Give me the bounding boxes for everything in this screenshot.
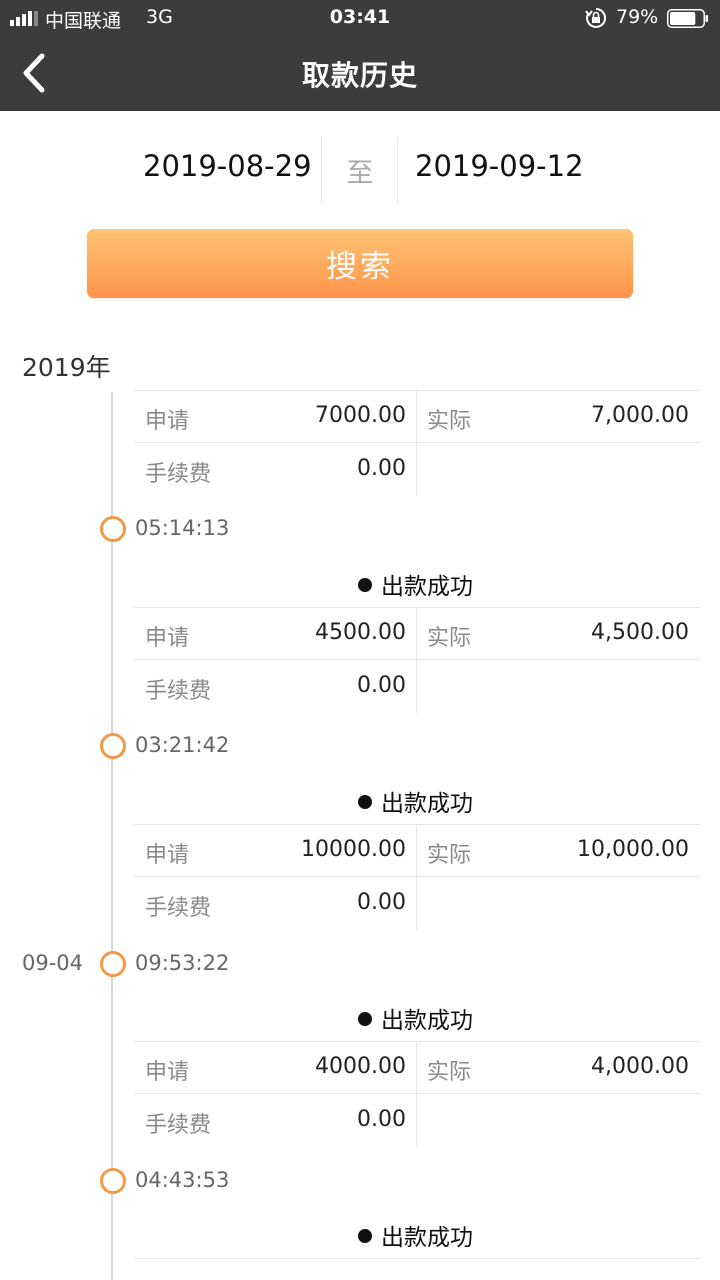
status-dot-icon (358, 795, 372, 809)
year-heading: 2019年 (22, 353, 111, 382)
nav-bar: 取款历史 (0, 36, 720, 111)
row-divider (134, 876, 700, 877)
row-divider (134, 824, 700, 825)
record-time: 05:14:13 (135, 516, 230, 540)
withdrawal-record (134, 1258, 700, 1280)
apply-amount: 4000.00 (315, 1054, 406, 1079)
apply-amount: 7000.00 (315, 403, 406, 428)
date-range-filter: 2019-08-29 至 2019-09-12 (0, 137, 720, 203)
status-text: 出款成功 (381, 1008, 473, 1034)
status-label: 出款成功 (358, 784, 473, 818)
column-divider (416, 1041, 417, 1147)
status-label: 出款成功 (358, 567, 473, 601)
actual-amount: 10,000.00 (577, 837, 689, 862)
fee-label: 手续费 (145, 679, 212, 704)
fee-amount: 0.00 (357, 890, 406, 915)
status-text: 出款成功 (381, 1225, 473, 1251)
fee-amount: 0.00 (357, 673, 406, 698)
status-text: 出款成功 (381, 791, 473, 817)
withdrawal-record: 申请 10000.00 实际 10,000.00 手续费 0.00 (134, 824, 700, 930)
actual-label: 实际 (427, 626, 472, 651)
status-dot-icon (358, 578, 372, 592)
timeline-dot (100, 1168, 126, 1194)
row-divider (134, 442, 700, 443)
date-divider-right (397, 137, 398, 203)
date-range-separator: 至 (346, 158, 374, 189)
apply-label: 申请 (145, 626, 190, 651)
actual-amount: 4,000.00 (591, 1054, 689, 1079)
status-dot-icon (358, 1229, 372, 1243)
apply-label: 申请 (145, 843, 190, 868)
fee-label: 手续费 (145, 462, 212, 487)
end-date-field[interactable]: 2019-09-12 (415, 149, 584, 183)
page-title: 取款历史 (301, 59, 418, 92)
fee-label: 手续费 (145, 1113, 212, 1138)
fee-amount: 0.00 (357, 1107, 406, 1132)
actual-label: 实际 (427, 1060, 472, 1085)
column-divider (416, 390, 417, 496)
fee-amount: 0.00 (357, 456, 406, 481)
status-label: 出款成功 (358, 1218, 473, 1252)
actual-amount: 4,500.00 (591, 620, 689, 645)
record-time: 09:53:22 (135, 951, 230, 975)
status-time: 03:41 (329, 6, 391, 28)
status-text: 出款成功 (381, 574, 473, 600)
apply-amount: 10000.00 (301, 837, 406, 862)
row-divider (134, 1093, 700, 1094)
column-divider (416, 607, 417, 713)
row-divider (134, 390, 700, 391)
rotation-lock-icon (585, 7, 607, 28)
status-label: 出款成功 (358, 1001, 473, 1035)
start-date-field[interactable]: 2019-08-29 (143, 149, 312, 183)
row-divider (134, 1041, 700, 1042)
column-divider (416, 824, 417, 930)
withdrawal-record: 申请 7000.00 实际 7,000.00 手续费 0.00 (134, 390, 700, 496)
actual-label: 实际 (427, 409, 472, 434)
apply-label: 申请 (145, 1060, 190, 1085)
top-bar: 中国联通 3G 03:41 79% 取款历史 (0, 0, 720, 111)
fee-label: 手续费 (145, 896, 212, 921)
withdrawal-record: 申请 4000.00 实际 4,000.00 手续费 0.00 (134, 1041, 700, 1147)
actual-amount: 7,000.00 (591, 403, 689, 428)
record-date: 09-04 (22, 951, 84, 975)
apply-label: 申请 (145, 409, 190, 434)
battery-icon (667, 9, 708, 28)
row-divider (134, 1258, 700, 1259)
status-dot-icon (358, 1012, 372, 1026)
apply-amount: 4500.00 (315, 620, 406, 645)
battery-percent: 79% (616, 6, 659, 28)
actual-label: 实际 (427, 843, 472, 868)
row-divider (134, 659, 700, 660)
search-button[interactable]: 搜索 (87, 229, 633, 298)
timeline-dot (100, 951, 126, 977)
timeline-dot (100, 733, 126, 759)
withdrawal-record: 申请 4500.00 实际 4,500.00 手续费 0.00 (134, 607, 700, 713)
timeline-dot (100, 516, 126, 542)
status-bar: 中国联通 3G 03:41 79% (0, 0, 720, 36)
row-divider (134, 607, 700, 608)
record-time: 04:43:53 (135, 1168, 230, 1192)
record-time: 03:21:42 (135, 733, 230, 757)
